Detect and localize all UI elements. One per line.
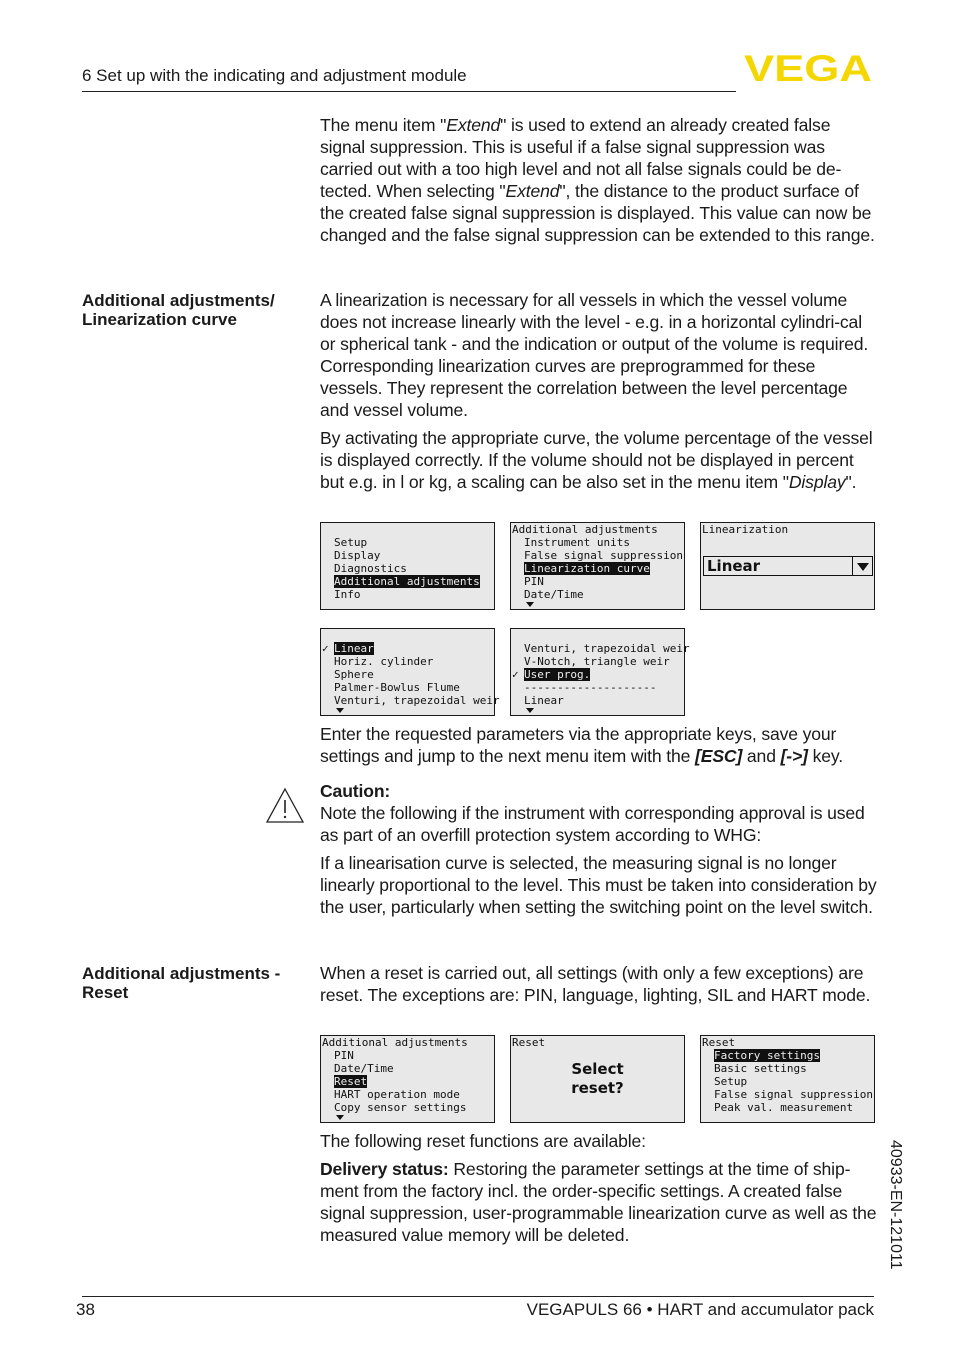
menu-item-selected[interactable]: Linearization curve bbox=[524, 562, 650, 575]
menu-item[interactable]: Instrument units bbox=[524, 536, 630, 549]
reset-option[interactable]: False signal suppression bbox=[714, 1088, 873, 1101]
menu-item-selected[interactable]: Additional adjustments bbox=[334, 575, 480, 588]
screen-title: Additional adjustments bbox=[512, 523, 658, 536]
linearization-select[interactable]: Linear bbox=[703, 556, 873, 576]
screen-title: Reset bbox=[702, 1036, 736, 1049]
linearization-select-value: Linear bbox=[707, 557, 761, 575]
caution-block: Caution: Note the following if the instr… bbox=[320, 780, 880, 918]
caution-paragraph-2: If a linearisation curve is selected, th… bbox=[320, 853, 877, 917]
document-title: VEGAPULS 66 • HART and accumulator pack bbox=[526, 1300, 874, 1319]
scroll-down-icon bbox=[526, 708, 534, 713]
enter-parameters-text: Enter the requested parameters via the a… bbox=[320, 724, 843, 766]
menu-item[interactable]: Copy sensor settings bbox=[334, 1101, 466, 1114]
list-option[interactable]: Palmer-Bowlus Flume bbox=[334, 681, 460, 694]
menu-item[interactable]: Setup bbox=[334, 536, 367, 549]
menu-item[interactable]: Info bbox=[334, 588, 361, 601]
functions-intro: The following reset functions are availa… bbox=[320, 1131, 646, 1151]
list-option-checked[interactable]: User prog. bbox=[524, 668, 591, 681]
list-option[interactable]: Venturi, trapezoidal weir bbox=[334, 694, 500, 707]
esc-key: [ESC] bbox=[695, 746, 743, 766]
arrow-key: [->] bbox=[780, 746, 808, 766]
reset-option[interactable]: Setup bbox=[714, 1075, 747, 1088]
section-title: 6 Set up with the indicating and adjustm… bbox=[82, 66, 467, 85]
screen-title: Additional adjustments bbox=[322, 1036, 468, 1049]
checkmark-icon: ✓ bbox=[512, 668, 519, 681]
screen-title: Reset bbox=[512, 1036, 546, 1049]
lcd-reset-menu: Additional adjustments PIN Date/Time Res… bbox=[320, 1035, 495, 1123]
header-divider bbox=[82, 91, 736, 92]
lcd-linearization: Linearization Linear bbox=[700, 522, 875, 610]
dropdown-button[interactable] bbox=[852, 557, 872, 575]
caution-title: Caution: bbox=[320, 781, 391, 801]
linearization-paragraph-2: By activating the appropriate curve, the… bbox=[320, 428, 873, 492]
screen-title: Linearization bbox=[702, 523, 789, 536]
menu-item[interactable]: Date/Time bbox=[334, 1062, 394, 1075]
list-option[interactable]: Linear bbox=[524, 694, 564, 707]
lcd-reset-confirm: Reset Select reset? bbox=[510, 1035, 685, 1123]
list-option[interactable]: Sphere bbox=[334, 668, 374, 681]
list-option[interactable]: V-Notch, triangle weir bbox=[524, 655, 670, 668]
document-id: 40933-EN-121011 bbox=[887, 1140, 904, 1270]
menu-item[interactable]: HART operation mode bbox=[334, 1088, 460, 1101]
reset-side-label: Additional adjustments - Reset bbox=[82, 964, 281, 1002]
reset-option-selected[interactable]: Factory settings bbox=[714, 1049, 820, 1062]
page-number: 38 bbox=[76, 1300, 95, 1319]
caution-paragraph-1: Note the following if the instrument wit… bbox=[320, 803, 865, 845]
scroll-down-icon bbox=[336, 708, 344, 713]
reset-functions-text: The following reset functions are availa… bbox=[320, 1130, 880, 1246]
linearization-paragraph-1: A linearization is necessary for all ves… bbox=[320, 290, 869, 420]
reset-option[interactable]: Basic settings bbox=[714, 1062, 807, 1075]
lcd-additional-adjustments: Additional adjustments Instrument units … bbox=[510, 522, 685, 610]
delivery-status-paragraph: Delivery status: Restoring the parameter… bbox=[320, 1159, 877, 1245]
footer-divider bbox=[82, 1296, 874, 1297]
menu-item-selected[interactable]: Reset bbox=[334, 1075, 368, 1088]
lcd-reset-options: Reset Factory settings Basic settings Se… bbox=[700, 1035, 875, 1123]
scroll-down-icon bbox=[336, 1115, 344, 1120]
menu-item[interactable]: PIN bbox=[334, 1049, 354, 1062]
linearization-text: A linearization is necessary for all ves… bbox=[320, 289, 880, 493]
list-separator: -------------------- bbox=[524, 681, 657, 694]
reset-text: When a reset is carried out, all setting… bbox=[320, 962, 880, 1006]
lcd-curve-list-2: Venturi, trapezoidal weir V-Notch, trian… bbox=[510, 628, 690, 716]
warning-icon bbox=[265, 787, 305, 823]
menu-item[interactable]: Diagnostics bbox=[334, 562, 407, 575]
extend-paragraph: The menu item "Extend" is used to extend… bbox=[320, 115, 875, 245]
linearization-side-label: Additional adjustments/ Linearization cu… bbox=[82, 291, 275, 329]
menu-item[interactable]: False signal suppression bbox=[524, 549, 683, 562]
confirm-prompt: Select reset? bbox=[571, 1060, 624, 1097]
lcd-curve-list-1: ✓ Linear Horiz. cylinder Sphere Palmer-B… bbox=[320, 628, 500, 716]
list-option-checked[interactable]: Linear bbox=[334, 642, 374, 655]
logo-text: VEGA bbox=[744, 52, 872, 84]
intro-text: The menu item "Extend" is used to extend… bbox=[320, 114, 880, 246]
menu-item[interactable]: Display bbox=[334, 549, 380, 562]
scroll-down-icon bbox=[526, 602, 534, 607]
menu-item[interactable]: PIN bbox=[524, 575, 544, 588]
reset-paragraph: When a reset is carried out, all setting… bbox=[320, 963, 871, 1005]
list-option[interactable]: Venturi, trapezoidal weir bbox=[524, 642, 690, 655]
checkmark-icon: ✓ bbox=[322, 642, 329, 655]
vega-logo: VEGA bbox=[744, 52, 872, 84]
chevron-down-icon bbox=[857, 563, 869, 571]
menu-item[interactable]: Date/Time bbox=[524, 588, 584, 601]
reset-option[interactable]: Peak val. measurement bbox=[714, 1101, 853, 1114]
list-option[interactable]: Horiz. cylinder bbox=[334, 655, 433, 668]
lcd-main-menu: Setup Display Diagnostics Additional adj… bbox=[320, 522, 495, 610]
